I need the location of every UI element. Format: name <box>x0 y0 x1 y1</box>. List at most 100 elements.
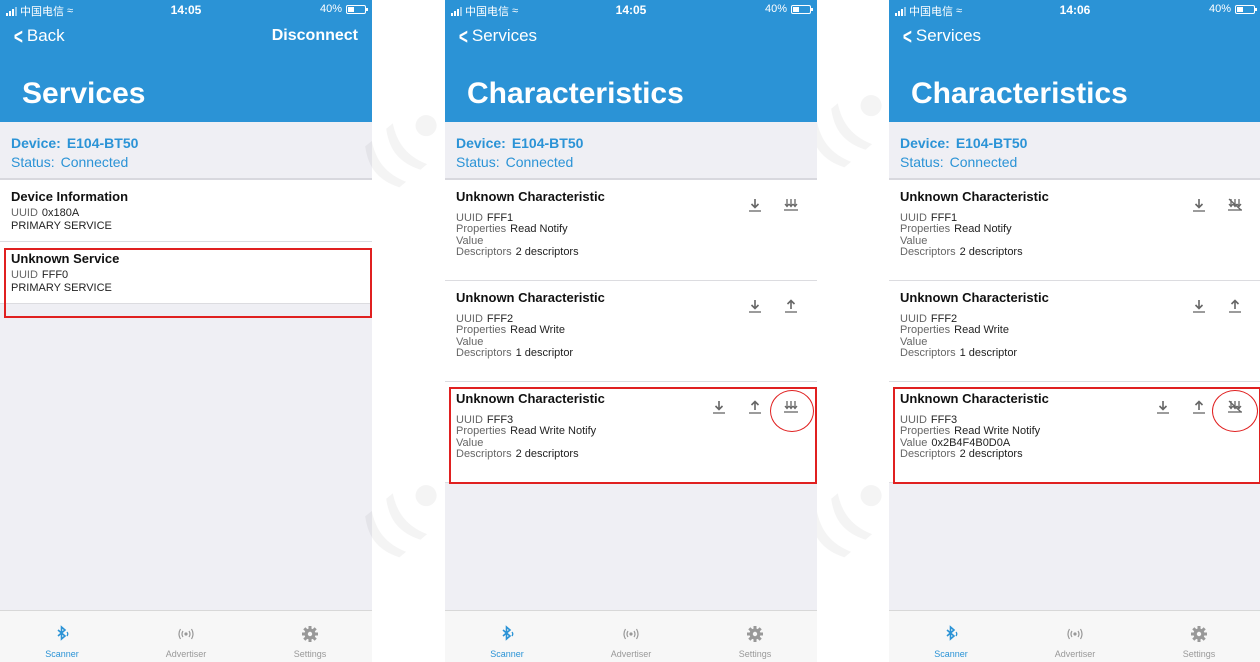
nav-header: 中国电信 ≈ 14:06 40% < Services Characterist… <box>889 0 1260 122</box>
tab-label: Advertiser <box>1054 649 1096 659</box>
status-value: Connected <box>949 154 1018 170</box>
uuid-label: UUID <box>456 313 483 325</box>
battery-percent: 40% <box>319 3 342 15</box>
value-label: Value <box>456 436 484 449</box>
write-icon[interactable] <box>745 397 765 417</box>
stop-notify-icon[interactable] <box>1225 397 1245 417</box>
notify-icon[interactable] <box>781 397 801 417</box>
back-label: Back <box>26 26 65 45</box>
disconnect-button[interactable]: Disconnect <box>272 27 358 45</box>
bluetooth-icon <box>57 625 69 641</box>
page-title: Characteristics <box>467 77 684 110</box>
descriptors-label: Descriptors <box>900 448 956 461</box>
read-icon[interactable] <box>1189 195 1209 215</box>
characteristic-item-fff3[interactable]: Unknown Characteristic UUID FFF3 Properti… <box>445 382 817 483</box>
uuid-value: FFF2 <box>486 313 514 325</box>
chevron-left-icon: < <box>458 23 468 49</box>
descriptors-value: 2 descriptors <box>959 246 1023 259</box>
device-label: Device: <box>456 135 506 151</box>
gear-icon <box>747 626 763 642</box>
write-icon[interactable] <box>1189 397 1209 417</box>
read-icon[interactable] <box>745 296 765 316</box>
status-value: Connected <box>60 154 129 170</box>
read-icon[interactable] <box>1189 296 1209 316</box>
stop-notify-icon[interactable] <box>1225 195 1245 215</box>
status-bar: 中国电信 ≈ 14:05 40% <box>0 0 372 18</box>
device-info-panel: Device: E104-BT50 Status: Connected <box>0 122 372 180</box>
battery-icon <box>346 4 368 14</box>
uuid-value: FFF1 <box>486 212 514 224</box>
uuid-label: UUID <box>456 212 483 224</box>
tab-scanner[interactable]: Scanner <box>445 611 569 662</box>
battery-icon <box>1235 4 1257 14</box>
service-name: Device Information <box>11 189 129 204</box>
descriptors-value: 1 descriptor <box>515 347 574 360</box>
read-icon[interactable] <box>745 195 765 215</box>
read-icon[interactable] <box>709 397 729 417</box>
nav-header: 中国电信 ≈ 14:05 40% < Services Characterist… <box>445 0 817 122</box>
bluetooth-icon <box>502 625 514 641</box>
device-label: Device: <box>900 135 950 151</box>
service-item-unknown-service[interactable]: Unknown Service UUID FFF0 PRIMARY SERVICE <box>0 242 372 304</box>
tab-label: Scanner <box>934 649 968 659</box>
tab-bar: Scanner Advertiser Settings <box>445 610 817 662</box>
properties-label: Properties <box>456 223 507 236</box>
broadcast-icon <box>623 628 639 640</box>
properties-label: Properties <box>900 223 951 236</box>
characteristics-screen: 中国电信 ≈ 14:05 40% < Services Characterist… <box>445 0 817 662</box>
tab-settings[interactable]: Settings <box>693 611 817 662</box>
back-button[interactable]: < Back <box>12 25 65 47</box>
read-icon[interactable] <box>1153 397 1173 417</box>
properties-value: Read Notify <box>954 223 1012 236</box>
gear-icon <box>302 626 318 642</box>
bluetooth-icon <box>946 625 958 641</box>
characteristic-item-fff3[interactable]: Unknown Characteristic UUID FFF3 Properti… <box>889 382 1260 483</box>
status-label: Status: <box>11 154 55 170</box>
descriptors-label: Descriptors <box>900 347 956 360</box>
properties-value: Read Write <box>954 324 1009 337</box>
characteristic-list: Unknown Characteristic UUID FFF1 Properti… <box>445 180 817 483</box>
gear-icon <box>1191 626 1207 642</box>
characteristic-item-fff1[interactable]: Unknown Characteristic UUID FFF1 Properti… <box>889 180 1260 281</box>
tab-scanner[interactable]: Scanner <box>0 611 124 662</box>
tab-settings[interactable]: Settings <box>1137 611 1260 662</box>
broadcast-icon <box>1067 628 1083 640</box>
back-button[interactable]: < Services <box>901 25 982 47</box>
device-name: E104-BT50 <box>66 135 139 151</box>
service-list: Device Information UUID 0x180A PRIMARY SE… <box>0 180 372 304</box>
characteristics-notify-screen: 中国电信 ≈ 14:06 40% < Services Characterist… <box>889 0 1260 662</box>
tab-advertiser[interactable]: Advertiser <box>124 611 248 662</box>
characteristic-item-fff2[interactable]: Unknown Characteristic UUID FFF2 Properti… <box>889 281 1260 382</box>
page-title: Characteristics <box>911 77 1128 110</box>
tab-label: Settings <box>1182 649 1216 659</box>
battery-percent: 40% <box>1208 3 1231 15</box>
back-label: Services <box>471 26 538 45</box>
status-label: Status: <box>900 154 944 170</box>
nav-header: 中国电信 ≈ 14:05 40% < Back Disconnect Servi… <box>0 0 372 122</box>
write-icon[interactable] <box>1225 296 1245 316</box>
properties-label: Properties <box>900 324 951 337</box>
descriptors-value: 2 descriptors <box>515 448 579 461</box>
tab-advertiser[interactable]: Advertiser <box>569 611 693 662</box>
tab-bar: Scanner Advertiser Settings <box>0 610 372 662</box>
value-label: Value <box>900 234 928 247</box>
uuid-label: UUID <box>900 313 927 325</box>
back-label: Services <box>915 26 982 45</box>
uuid-label: UUID <box>900 414 927 426</box>
characteristic-item-fff1[interactable]: Unknown Characteristic UUID FFF1 Properti… <box>445 180 817 281</box>
tab-label: Advertiser <box>165 649 207 659</box>
service-item-device-information[interactable]: Device Information UUID 0x180A PRIMARY SE… <box>0 180 372 242</box>
notify-icon[interactable] <box>781 195 801 215</box>
tab-advertiser[interactable]: Advertiser <box>1013 611 1137 662</box>
service-type: PRIMARY SERVICE <box>11 282 112 294</box>
back-button[interactable]: < Services <box>457 23 538 49</box>
status-time: 14:05 <box>170 3 202 17</box>
characteristic-item-fff2[interactable]: Unknown Characteristic UUID FFF2 Properti… <box>445 281 817 382</box>
status-bar: 中国电信 ≈ 14:05 40% <box>445 0 817 18</box>
uuid-label: UUID <box>900 212 927 224</box>
write-icon[interactable] <box>781 296 801 316</box>
services-screen: 中国电信 ≈ 14:05 40% < Back Disconnect Servi… <box>0 0 372 662</box>
uuid-value: 0x180A <box>41 207 80 219</box>
tab-scanner[interactable]: Scanner <box>889 611 1013 662</box>
tab-settings[interactable]: Settings <box>248 611 372 662</box>
